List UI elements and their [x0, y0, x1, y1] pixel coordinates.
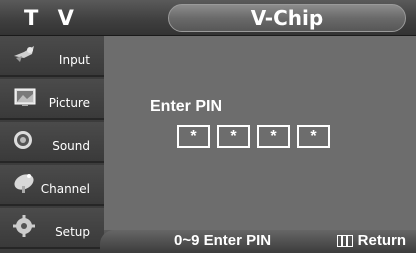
pin-digit-1[interactable]: *	[177, 125, 210, 148]
input-icon	[12, 42, 38, 66]
sidebar-item-label: Input	[58, 53, 90, 67]
sidebar-item-picture[interactable]: Picture	[0, 79, 104, 120]
menu-icon	[336, 234, 353, 247]
return-button[interactable]: Return	[336, 232, 406, 249]
sidebar-item-channel[interactable]: Channel	[0, 165, 104, 206]
sidebar-item-label: Channel	[40, 182, 90, 196]
sidebar: Input Picture Sound Channel Setup	[0, 36, 104, 253]
sidebar-item-setup[interactable]: Setup	[0, 208, 104, 249]
setup-icon	[12, 214, 38, 238]
channel-icon	[12, 171, 38, 195]
sound-icon	[12, 128, 38, 152]
hint-text: 0~9 Enter PIN	[174, 232, 272, 249]
tv-label: T V	[24, 6, 80, 30]
pin-digit-2[interactable]: *	[217, 125, 250, 148]
enter-pin-label: Enter PIN	[150, 98, 223, 115]
bottom-bar: 0~9 Enter PIN Return	[100, 230, 416, 253]
tv-osd-screen: T V V-Chip Input Picture Sound Channel S…	[0, 0, 416, 253]
title-bar: T V V-Chip	[0, 0, 416, 36]
sidebar-item-label: Sound	[52, 139, 90, 153]
pin-digit-4[interactable]: *	[297, 125, 330, 148]
sidebar-item-input[interactable]: Input	[0, 36, 104, 77]
sidebar-item-sound[interactable]: Sound	[0, 122, 104, 163]
picture-icon	[12, 85, 38, 109]
sidebar-item-label: Picture	[48, 96, 90, 110]
page-title: V-Chip	[168, 4, 406, 32]
return-label: Return	[357, 232, 406, 249]
main-panel: Enter PIN * * * *	[104, 36, 416, 230]
sidebar-item-label: Setup	[55, 225, 90, 239]
pin-digit-3[interactable]: *	[257, 125, 290, 148]
